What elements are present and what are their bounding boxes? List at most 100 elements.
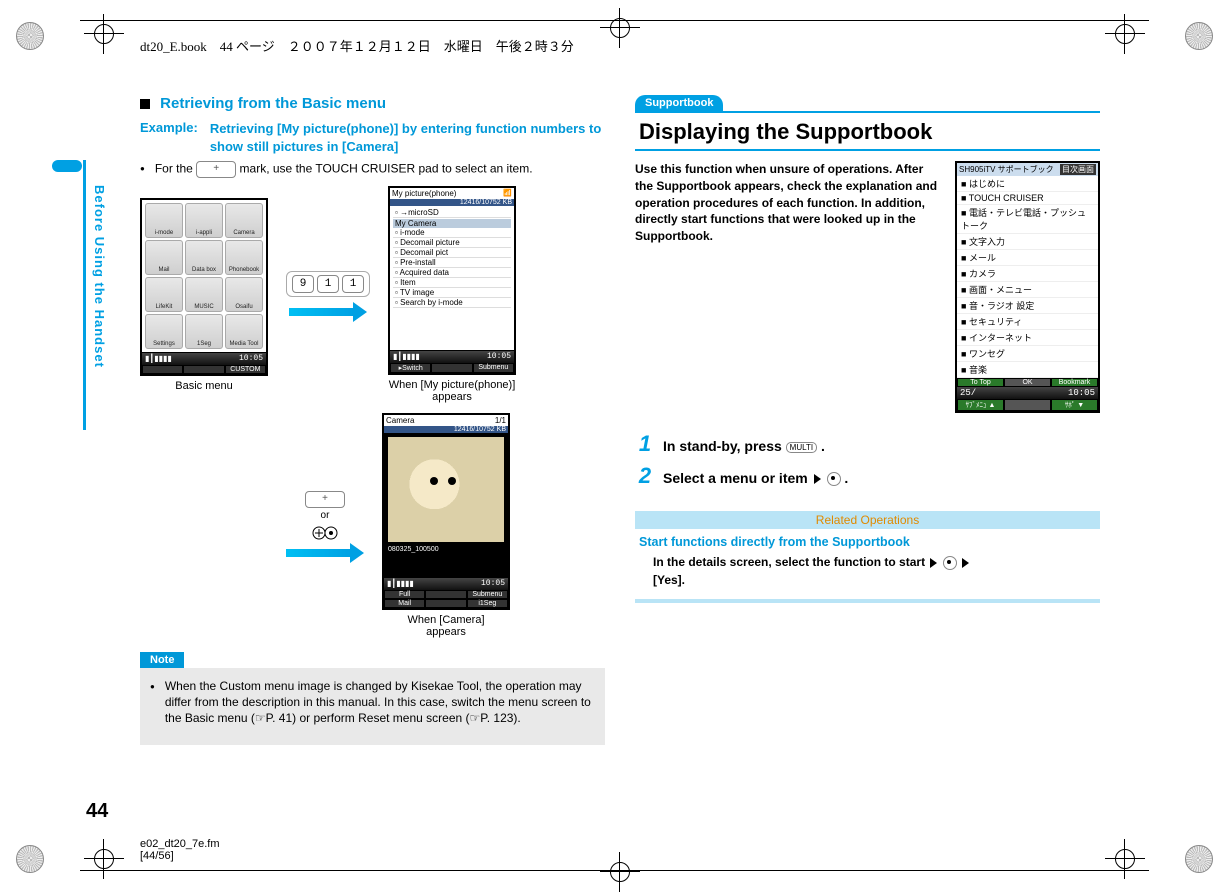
supp-item: カメラ <box>957 266 1098 282</box>
or-label: or <box>321 510 330 521</box>
menu-cell: LifeKit <box>145 277 183 312</box>
triangle-icon <box>814 474 821 484</box>
dpad-icon <box>312 523 338 539</box>
supp-item: 音・ラジオ 設定 <box>957 298 1098 314</box>
supp-item: ワンセグ <box>957 346 1098 362</box>
mypic-caption-2: appears <box>389 391 516 403</box>
crop-cross-top-mid <box>600 8 640 48</box>
status-clock: 10:05 <box>1068 388 1095 398</box>
mypic-sizebar: 12416/10752 KB <box>390 199 514 206</box>
softkey <box>425 590 466 599</box>
step1-text: In stand-by, press <box>663 438 786 454</box>
menu-cell: MUSIC <box>185 277 223 312</box>
supportbook-screenshot: SH905iTV サポートブック 目次画面 はじめに TOUCH CRUISER… <box>955 161 1100 413</box>
or-block: or <box>305 491 345 539</box>
forthe-line: For the mark, use the TOUCH CRUISER pad … <box>140 161 605 178</box>
key-sequence-911: 9 1 1 <box>286 271 370 297</box>
mypic-title: My picture(phone) <box>392 189 456 198</box>
mypic-item: Decomail pict <box>393 248 511 258</box>
touchcruiser-key-icon <box>305 491 345 508</box>
softkey: Bookmark <box>1051 378 1098 387</box>
camera-caption: When [Camera] appears <box>407 614 484 638</box>
relops-header-text: Related Operations <box>816 513 919 527</box>
basic-menu-caption: Basic menu <box>175 380 232 392</box>
menu-cell: Phonebook <box>225 240 263 275</box>
left-column: Retrieving from the Basic menu Example: … <box>140 95 605 745</box>
right-column: Supportbook Displaying the Supportbook U… <box>635 95 1100 745</box>
menu-cell: Camera <box>225 203 263 238</box>
arrow-right-icon <box>286 546 364 560</box>
softkey <box>183 365 224 374</box>
softkey: Submenu <box>467 590 508 599</box>
footer-filename: e02_dt20_7e.fm <box>140 838 220 850</box>
status-clock: 10:05 <box>487 352 511 362</box>
camera-caption-1: When [Camera] <box>407 614 484 626</box>
status-left: 25/ <box>960 388 976 398</box>
softkey: Submenu <box>473 363 514 373</box>
touchcruiser-key-icon <box>196 161 236 178</box>
supp-item: 文字入力 <box>957 234 1098 250</box>
menu-cell: i-mode <box>145 203 183 238</box>
bottom-rule <box>80 870 1149 871</box>
softkey: ▸Switch <box>390 363 431 373</box>
side-section-label: Before Using the Handset <box>89 185 107 368</box>
mypic-section: My Camera <box>393 219 511 228</box>
print-header: dt20_E.book 44 ページ ２００７年１２月１２日 水曜日 午後２時３… <box>140 36 574 55</box>
triangle-icon <box>962 558 969 568</box>
mypic-item: TV image <box>393 288 511 298</box>
softkey: Full <box>384 590 425 599</box>
softkey: ｻﾌﾞﾒﾆｭ ▲ <box>957 399 1004 411</box>
supp-item: メール <box>957 250 1098 266</box>
section-label-supportbook: Supportbook <box>635 95 723 111</box>
softkey: To Top <box>957 378 1004 387</box>
note-text: When the Custom menu image is changed by… <box>165 678 595 727</box>
forthe-prefix: For the <box>155 162 196 176</box>
camera-sizebar: 12416/10752 KB <box>384 426 508 433</box>
camera-screenshot: Camera 1/1 12416/10752 KB 080325_100500 … <box>382 413 510 610</box>
softkey: ｻﾎﾟ ▼ <box>1051 399 1098 411</box>
page-number: 44 <box>86 800 108 823</box>
mypic-item: →microSD <box>393 208 511 218</box>
multi-key-icon: MULTI <box>786 442 817 453</box>
mypic-item: Pre-install <box>393 258 511 268</box>
keycap-9: 9 <box>292 275 314 293</box>
forthe-suffix: mark, use the TOUCH CRUISER pad to selec… <box>240 162 533 176</box>
relops-bottom-rule <box>635 599 1100 603</box>
relops-header: Related Operations <box>635 511 1100 529</box>
softkey <box>142 365 183 374</box>
relops-line1: In the details screen, select the functi… <box>653 555 925 569</box>
mypic-item: Search by i-mode <box>393 298 511 308</box>
supp-item: セキュリティ <box>957 314 1098 330</box>
supp-item: インターネット <box>957 330 1098 346</box>
mypic-caption-1: When [My picture(phone)] <box>389 379 516 391</box>
menu-cell: 1Seg <box>185 314 223 349</box>
supp-title: SH905iTV サポートブック <box>959 164 1054 175</box>
triangle-icon <box>930 558 937 568</box>
camera-title: Camera <box>386 416 414 425</box>
softkey <box>1004 399 1051 411</box>
supp-mode: 目次画面 <box>1060 164 1096 175</box>
status-left: ▮┃▮▮▮▮ <box>387 579 414 589</box>
step2-end: . <box>844 470 848 486</box>
mypic-item: i-mode <box>393 228 511 238</box>
crop-cross-bl <box>84 839 124 879</box>
bullet-dot-icon <box>140 161 149 178</box>
step2-text: Select a menu or item <box>663 470 808 486</box>
keycap-1a: 1 <box>317 275 339 293</box>
example-row: Example: Retrieving [My picture(phone)] … <box>140 120 605 155</box>
menu-cell: Settings <box>145 314 183 349</box>
step1-end: . <box>821 438 825 454</box>
note-body: When the Custom menu image is changed by… <box>140 668 605 745</box>
mypic-item: Acquired data <box>393 268 511 278</box>
menu-cell: Mail <box>145 240 183 275</box>
menu-cell: Media Tool <box>225 314 263 349</box>
menu-cell: Data box <box>185 240 223 275</box>
softkey: CUSTOM <box>225 365 266 374</box>
crop-circle-bl <box>16 845 44 873</box>
mypic-item: Decomail picture <box>393 238 511 248</box>
crop-cross-br <box>1105 839 1145 879</box>
square-bullet-icon <box>140 99 150 109</box>
camera-filename: 080325_100500 <box>384 546 508 553</box>
intro-text: Use this function when unsure of operati… <box>635 161 939 413</box>
camera-count: 1/1 <box>495 416 506 425</box>
